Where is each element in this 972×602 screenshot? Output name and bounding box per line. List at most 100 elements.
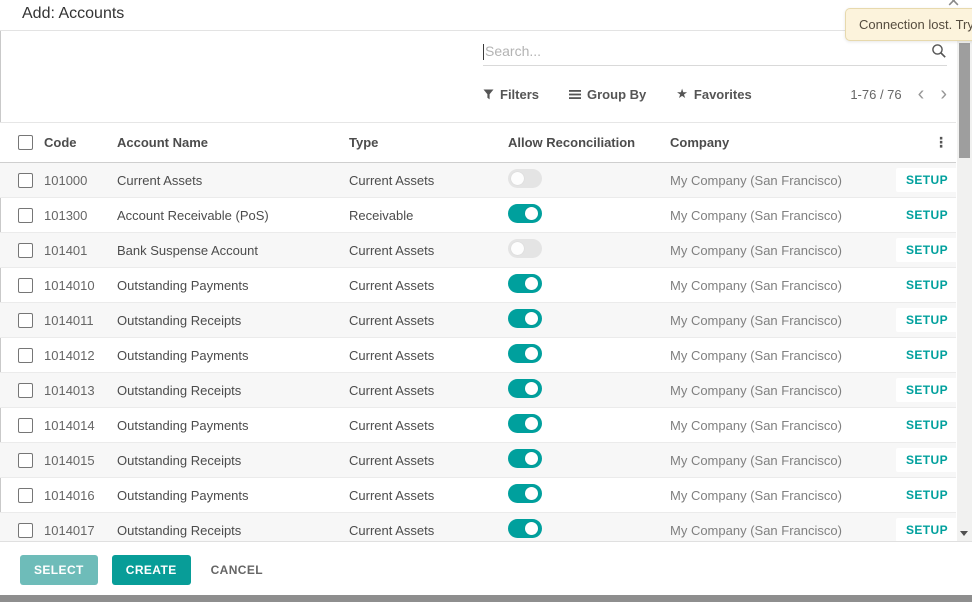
column-header-allow-reconciliation[interactable]: Allow Reconciliation <box>508 135 670 150</box>
row-account-name: Outstanding Payments <box>117 488 349 503</box>
scrollbar[interactable] <box>957 38 972 541</box>
row-code: 1014016 <box>44 488 117 503</box>
row-company: My Company (San Francisco) <box>670 243 896 258</box>
cancel-button[interactable]: CANCEL <box>205 555 269 585</box>
row-checkbox[interactable] <box>18 208 33 223</box>
row-checkbox[interactable] <box>18 523 33 538</box>
select-button[interactable]: SELECT <box>20 555 98 585</box>
toggle-knob <box>525 417 538 430</box>
row-checkbox[interactable] <box>18 278 33 293</box>
column-header-type[interactable]: Type <box>349 135 508 150</box>
allow-reconciliation-toggle[interactable] <box>508 379 542 398</box>
table-body: 101000Current AssetsCurrent AssetsMy Com… <box>0 163 956 548</box>
setup-button[interactable]: SETUP <box>896 343 958 367</box>
scrollbar-down-arrow[interactable] <box>960 531 968 536</box>
row-account-name: Outstanding Receipts <box>117 313 349 328</box>
row-code: 1014011 <box>44 313 117 328</box>
row-account-name: Outstanding Payments <box>117 278 349 293</box>
table-row[interactable]: 101300Account Receivable (PoS)Receivable… <box>0 198 956 233</box>
row-code: 101401 <box>44 243 117 258</box>
row-company: My Company (San Francisco) <box>670 383 896 398</box>
row-type: Current Assets <box>349 488 508 503</box>
row-company: My Company (San Francisco) <box>670 418 896 433</box>
group-by-button[interactable]: Group By <box>569 87 646 102</box>
row-company: My Company (San Francisco) <box>670 348 896 363</box>
setup-button[interactable]: SETUP <box>896 308 958 332</box>
table-row[interactable]: 101401Bank Suspense AccountCurrent Asset… <box>0 233 956 268</box>
row-checkbox[interactable] <box>18 313 33 328</box>
row-account-name: Outstanding Receipts <box>117 453 349 468</box>
select-all-checkbox[interactable] <box>18 135 33 150</box>
row-code: 1014015 <box>44 453 117 468</box>
setup-button[interactable]: SETUP <box>896 378 958 402</box>
row-company: My Company (San Francisco) <box>670 278 896 293</box>
table-row[interactable]: 1014014Outstanding PaymentsCurrent Asset… <box>0 408 956 443</box>
row-code: 1014014 <box>44 418 117 433</box>
setup-button[interactable]: SETUP <box>896 168 958 192</box>
allow-reconciliation-toggle[interactable] <box>508 309 542 328</box>
scrollbar-thumb[interactable] <box>959 43 970 158</box>
toggle-knob <box>525 207 538 220</box>
search-icon[interactable] <box>931 43 947 59</box>
row-type: Current Assets <box>349 173 508 188</box>
table-row[interactable]: 1014015Outstanding ReceiptsCurrent Asset… <box>0 443 956 478</box>
column-header-account-name[interactable]: Account Name <box>117 135 349 150</box>
setup-button[interactable]: SETUP <box>896 413 958 437</box>
row-type: Current Assets <box>349 418 508 433</box>
toggle-knob <box>525 522 538 535</box>
pager-next-button[interactable]: › <box>940 84 947 104</box>
row-checkbox[interactable] <box>18 488 33 503</box>
setup-button[interactable]: SETUP <box>896 238 958 262</box>
column-header-code[interactable]: Code <box>44 135 117 150</box>
row-company: My Company (San Francisco) <box>670 208 896 223</box>
row-account-name: Outstanding Receipts <box>117 383 349 398</box>
row-account-name: Outstanding Receipts <box>117 523 349 538</box>
row-company: My Company (San Francisco) <box>670 488 896 503</box>
column-header-company[interactable]: Company <box>670 135 896 150</box>
setup-button[interactable]: SETUP <box>896 448 958 472</box>
allow-reconciliation-toggle[interactable] <box>508 484 542 503</box>
table-row[interactable]: 1014011Outstanding ReceiptsCurrent Asset… <box>0 303 956 338</box>
row-checkbox[interactable] <box>18 173 33 188</box>
table-row[interactable]: 1014013Outstanding ReceiptsCurrent Asset… <box>0 373 956 408</box>
allow-reconciliation-toggle[interactable] <box>508 449 542 468</box>
table-row[interactable]: 1014010Outstanding PaymentsCurrent Asset… <box>0 268 956 303</box>
allow-reconciliation-toggle[interactable] <box>508 344 542 363</box>
star-icon: ★ <box>676 86 688 102</box>
allow-reconciliation-toggle[interactable] <box>508 169 542 188</box>
allow-reconciliation-toggle[interactable] <box>508 414 542 433</box>
pager-previous-button[interactable]: ‹ <box>918 84 925 104</box>
favorites-label: Favorites <box>694 87 752 102</box>
toggle-knob <box>525 312 538 325</box>
table-row[interactable]: 1014012Outstanding PaymentsCurrent Asset… <box>0 338 956 373</box>
create-button[interactable]: CREATE <box>112 555 191 585</box>
favorites-button[interactable]: ★ Favorites <box>676 86 751 102</box>
dialog-header: Add: Accounts <box>0 0 972 31</box>
row-type: Current Assets <box>349 348 508 363</box>
table-row[interactable]: 101000Current AssetsCurrent AssetsMy Com… <box>0 163 956 198</box>
allow-reconciliation-toggle[interactable] <box>508 519 542 538</box>
row-checkbox[interactable] <box>18 383 33 398</box>
row-account-name: Bank Suspense Account <box>117 243 349 258</box>
row-company: My Company (San Francisco) <box>670 313 896 328</box>
search-input[interactable] <box>484 43 931 61</box>
row-account-name: Account Receivable (PoS) <box>117 208 349 223</box>
allow-reconciliation-toggle[interactable] <box>508 274 542 293</box>
table-row[interactable]: 1014016Outstanding PaymentsCurrent Asset… <box>0 478 956 513</box>
setup-button[interactable]: SETUP <box>896 518 958 542</box>
row-checkbox[interactable] <box>18 243 33 258</box>
dialog-title: Add: Accounts <box>0 0 972 23</box>
allow-reconciliation-toggle[interactable] <box>508 239 542 258</box>
optional-columns-icon[interactable]: ⋮ <box>934 134 948 150</box>
filters-button[interactable]: Filters <box>483 87 539 102</box>
row-checkbox[interactable] <box>18 453 33 468</box>
dialog-footer: SELECT CREATE CANCEL <box>0 541 972 595</box>
allow-reconciliation-toggle[interactable] <box>508 204 542 223</box>
toggle-knob <box>511 242 524 255</box>
pager: 1-76 / 76 ‹ › <box>850 84 947 104</box>
row-checkbox[interactable] <box>18 418 33 433</box>
row-checkbox[interactable] <box>18 348 33 363</box>
setup-button[interactable]: SETUP <box>896 483 958 507</box>
setup-button[interactable]: SETUP <box>896 203 958 227</box>
setup-button[interactable]: SETUP <box>896 273 958 297</box>
